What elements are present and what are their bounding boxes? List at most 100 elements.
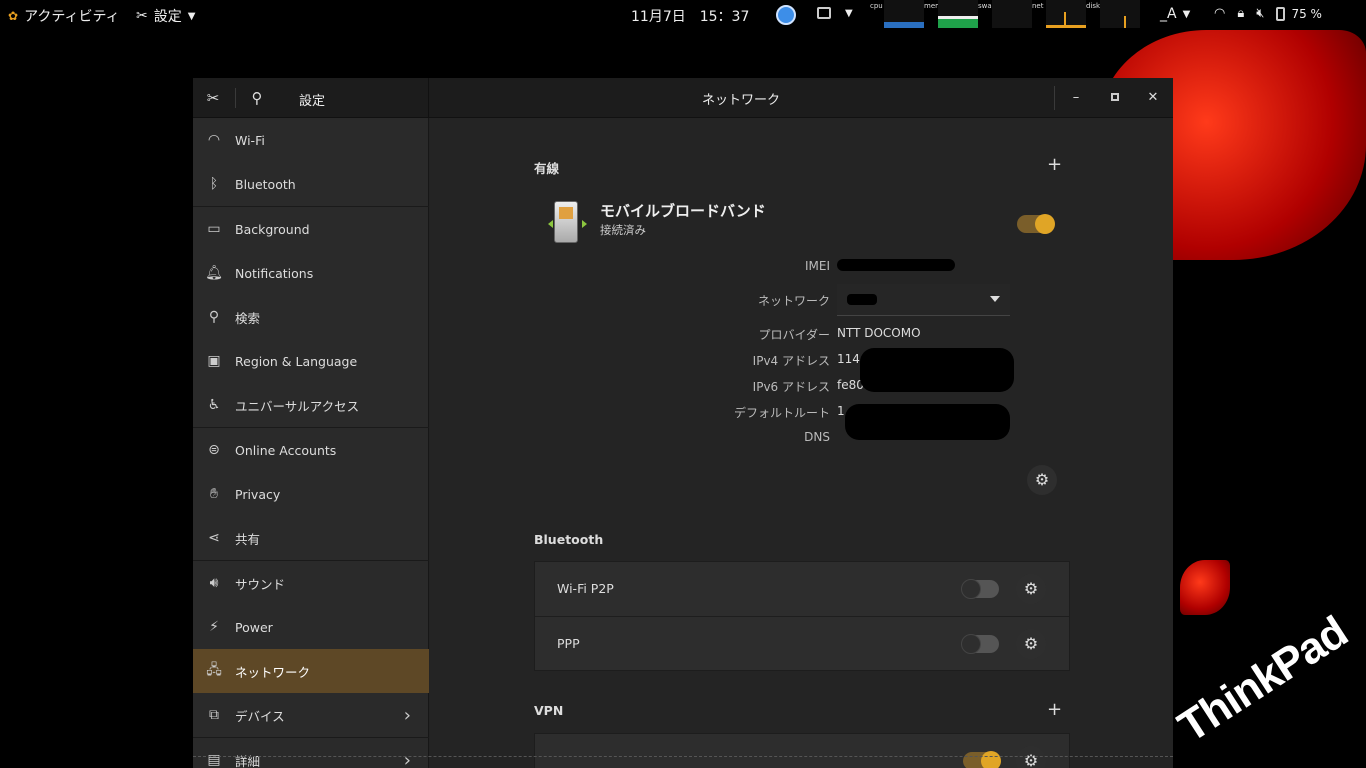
search-button[interactable]: ⚲ bbox=[245, 86, 269, 110]
vpn-settings-button[interactable]: ⚙ bbox=[1016, 746, 1046, 768]
background-icon: ▭ bbox=[207, 221, 221, 237]
toggle-knob bbox=[981, 751, 1001, 768]
sidebar-item-accessibility[interactable]: ♿︎ ユニバーサルアクセス bbox=[193, 383, 429, 427]
wired-settings-button[interactable]: ⚙ bbox=[1027, 465, 1057, 495]
ppp-settings-button[interactable]: ⚙ bbox=[1016, 629, 1046, 659]
sidebar-item-sound[interactable]: 🔊︎ サウンド bbox=[193, 561, 429, 605]
sidebar-item-label: Power bbox=[235, 619, 273, 635]
sidebar-header: ✂ ⚲ 設定 bbox=[193, 78, 429, 118]
sidebar-item-power[interactable]: ⚡︎ Power bbox=[193, 605, 429, 649]
wired-section-title: 有線 bbox=[534, 161, 560, 176]
address-redaction bbox=[860, 348, 1014, 392]
add-vpn-button[interactable]: + bbox=[1047, 699, 1062, 720]
gear-icon: ⚙ bbox=[1034, 470, 1050, 489]
bell-icon: 🔔︎ bbox=[205, 265, 223, 281]
sidebar-item-devices[interactable]: ⧉ デバイス › bbox=[193, 693, 429, 737]
arrow-left-icon bbox=[548, 220, 553, 228]
search-icon: ⚲ bbox=[251, 89, 263, 107]
vpn-section-title: VPN bbox=[534, 703, 564, 718]
sidebar-item-label: Bluetooth bbox=[235, 176, 296, 192]
sidebar-item-background[interactable]: ▭ Background bbox=[193, 207, 429, 251]
battery-icon bbox=[1276, 6, 1286, 21]
sidebar-item-online-accounts[interactable]: ⊜ Online Accounts bbox=[193, 428, 429, 472]
sidebar-title: 設定 bbox=[299, 94, 326, 109]
minimize-icon: – bbox=[1072, 90, 1080, 105]
network-select[interactable] bbox=[837, 284, 1010, 316]
wifi-p2p-settings-button[interactable]: ⚙ bbox=[1016, 574, 1046, 604]
system-status-area[interactable]: ◠ 🔒︎ 🔇︎ 75 % bbox=[1214, 6, 1322, 21]
bluetooth-list: Wi-Fi P2P ⚙ PPP ⚙ bbox=[534, 561, 1070, 671]
wifi-icon: ◠ bbox=[1214, 6, 1226, 21]
dns-label: DNS bbox=[804, 430, 830, 444]
app-menu-label: 設定 bbox=[153, 9, 182, 25]
lock-icon: 🔒︎ bbox=[1237, 6, 1245, 21]
default-route-value: 1 bbox=[837, 404, 845, 418]
sidebar-item-bluetooth[interactable]: ᛒ Bluetooth bbox=[193, 162, 429, 206]
arrow-right-icon bbox=[582, 220, 587, 228]
ipv4-value: 114 bbox=[837, 352, 860, 366]
ipv6-label: IPv6 アドレス bbox=[752, 380, 830, 394]
chat-icon[interactable] bbox=[776, 5, 796, 25]
mobile-broadband-toggle[interactable] bbox=[1017, 214, 1055, 234]
speaker-icon: 🔊︎ bbox=[209, 575, 219, 591]
swap-monitor: swap bbox=[978, 0, 1032, 28]
add-wired-button[interactable]: + bbox=[1047, 154, 1062, 175]
imei-redaction bbox=[837, 259, 955, 271]
sidebar-item-details[interactable]: ▤ 詳細 › bbox=[193, 738, 429, 768]
system-monitor[interactable]: cpu mem swap net disk bbox=[870, 0, 1140, 28]
ppp-toggle[interactable] bbox=[961, 634, 999, 654]
close-button[interactable]: ✕ bbox=[1143, 88, 1163, 108]
tools-icon: ✂ bbox=[136, 8, 148, 24]
network-label: ネットワーク bbox=[757, 294, 830, 308]
list-item[interactable]: PPP ⚙ bbox=[535, 617, 1069, 671]
activities-button[interactable]: ✿ アクティビティ bbox=[8, 6, 120, 26]
network-panel: 有線 + モバイルブロードバンド 接続済み IMEI ネットワーク プロバイダー… bbox=[430, 118, 1173, 768]
tools-button[interactable]: ✂ bbox=[201, 86, 225, 110]
keyboard-icon bbox=[817, 7, 831, 19]
mobile-phone-icon bbox=[554, 201, 578, 243]
clock[interactable]: 11月7日 15：37 bbox=[631, 6, 749, 26]
provider-label: プロバイダー bbox=[758, 328, 830, 342]
minimize-button[interactable]: – bbox=[1066, 88, 1086, 108]
sidebar-item-wifi[interactable]: ◠ Wi-Fi bbox=[193, 118, 429, 162]
chevron-right-icon: › bbox=[403, 704, 411, 726]
maximize-icon bbox=[1111, 93, 1119, 101]
sidebar-item-privacy[interactable]: ✋︎ Privacy bbox=[193, 472, 429, 516]
disk-monitor: disk bbox=[1086, 0, 1140, 28]
sidebar-item-label: Region & Language bbox=[235, 353, 358, 369]
sidebar-item-label: Background bbox=[235, 221, 310, 237]
sidebar-item-label: Privacy bbox=[235, 486, 281, 502]
desktop: ThinkPad ✿ アクティビティ ✂ 設定 ▼ 11月7日 15：37 ▼ … bbox=[0, 0, 1366, 768]
sidebar-item-label: ネットワーク bbox=[235, 664, 311, 680]
sidebar-item-region[interactable]: ▣ Region & Language bbox=[193, 339, 429, 383]
plus-icon: + bbox=[1047, 699, 1063, 720]
sidebar-item-search[interactable]: ⚲ 検索 bbox=[193, 295, 429, 339]
plus-icon: + bbox=[1047, 154, 1063, 175]
sidebar-item-notifications[interactable]: 🔔︎ Notifications bbox=[193, 251, 429, 295]
list-item[interactable]: Wi-Fi P2P ⚙ bbox=[535, 562, 1069, 616]
details-icon: ▤ bbox=[207, 752, 221, 768]
route-redaction bbox=[845, 404, 1010, 440]
row-label: PPP bbox=[557, 636, 580, 651]
app-menu-button[interactable]: ✂ 設定 ▼ bbox=[136, 6, 195, 26]
input-method-indicator[interactable]: _A ▼ bbox=[1160, 6, 1190, 22]
vpn-toggle[interactable] bbox=[963, 751, 1001, 768]
activities-label: アクティビティ bbox=[24, 9, 120, 25]
header-divider bbox=[1054, 86, 1055, 110]
sidebar-item-sharing[interactable]: ⋖ 共有 bbox=[193, 516, 429, 560]
row-label: Wi-Fi P2P bbox=[557, 581, 614, 596]
sidebar-item-label: Wi-Fi bbox=[235, 132, 265, 148]
maximize-button[interactable] bbox=[1105, 88, 1125, 108]
keyboard-indicator[interactable]: ▼ bbox=[817, 7, 853, 19]
battery-percentage: 75 % bbox=[1291, 6, 1322, 21]
sidebar-item-label: ユニバーサルアクセス bbox=[235, 398, 360, 414]
bluetooth-icon: ᛒ bbox=[209, 176, 219, 192]
ipv4-label: IPv4 アドレス bbox=[752, 354, 830, 368]
wifi-p2p-toggle[interactable] bbox=[961, 579, 999, 599]
accessibility-icon: ♿︎ bbox=[207, 397, 221, 413]
mem-monitor: mem bbox=[924, 0, 978, 28]
net-monitor: net bbox=[1032, 0, 1086, 28]
network-icon: 🖧︎ bbox=[206, 662, 222, 678]
share-icon: ⋖ bbox=[208, 530, 220, 546]
sidebar-item-network[interactable]: 🖧︎ ネットワーク bbox=[193, 649, 429, 693]
